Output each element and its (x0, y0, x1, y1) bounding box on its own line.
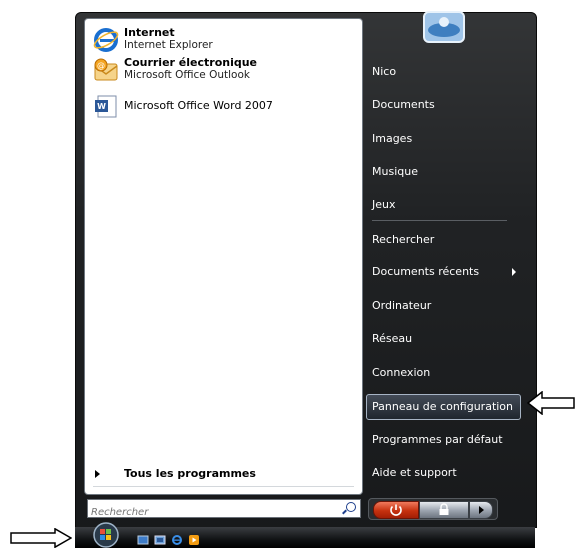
user-picture-icon[interactable] (418, 10, 470, 44)
right-item-recent-docs[interactable]: Documents récents (372, 265, 479, 278)
right-item-help[interactable]: Aide et support (372, 466, 457, 479)
outlook-icon: @ (94, 58, 118, 81)
power-button[interactable] (373, 501, 419, 519)
search-icon[interactable] (346, 502, 356, 512)
pointer-arrow-icon (527, 391, 575, 415)
internet-explorer-icon (93, 28, 119, 52)
search-box[interactable] (87, 499, 361, 520)
word-icon: W (95, 95, 117, 118)
pinned-item-internet[interactable]: Internet Internet Explorer (93, 27, 213, 53)
show-desktop-icon[interactable] (137, 534, 149, 546)
pinned-subtitle: Microsoft Office Outlook (124, 69, 250, 81)
pinned-item-email[interactable]: @ Courrier électronique Microsoft Office… (93, 57, 257, 83)
lock-button[interactable] (419, 501, 469, 519)
search-input[interactable] (88, 505, 331, 520)
svg-text:W: W (97, 102, 106, 111)
divider (372, 220, 507, 221)
shutdown-options-button[interactable] (469, 501, 493, 519)
all-programs-label: Tous les programmes (124, 467, 256, 480)
divider (93, 486, 354, 487)
arrow-right-icon (95, 469, 100, 478)
arrow-right-icon (479, 506, 484, 514)
right-item-user[interactable]: Nico (372, 65, 396, 78)
right-item-music[interactable]: Musique (372, 165, 418, 178)
right-item-computer[interactable]: Ordinateur (372, 299, 431, 312)
right-item-network[interactable]: Réseau (372, 332, 412, 345)
right-item-connect[interactable]: Connexion (372, 366, 430, 379)
right-item-documents[interactable]: Documents (372, 98, 435, 111)
right-item-games[interactable]: Jeux (372, 198, 396, 211)
internet-explorer-icon[interactable] (171, 534, 183, 546)
start-orb-icon[interactable] (87, 521, 125, 548)
recent-item-label: Microsoft Office Word 2007 (124, 99, 273, 112)
right-item-images[interactable]: Images (372, 132, 412, 145)
right-item-search[interactable]: Rechercher (372, 233, 434, 246)
right-item-default-programs[interactable]: Programmes par défaut (372, 433, 503, 446)
pointer-arrow-icon (10, 528, 72, 548)
right-item-control-panel[interactable]: Panneau de configuration (372, 400, 513, 413)
pinned-subtitle: Internet Explorer (124, 39, 213, 51)
pinned-title: Courrier électronique (124, 56, 258, 69)
switch-windows-icon[interactable] (154, 534, 166, 546)
pinned-title: Internet (124, 26, 175, 39)
submenu-arrow-icon (512, 268, 516, 276)
svg-text:@: @ (97, 61, 105, 70)
recent-item-word[interactable]: W Microsoft Office Word 2007 (93, 93, 273, 119)
media-player-icon[interactable] (188, 534, 200, 546)
power-icon (390, 504, 402, 516)
lock-icon (439, 503, 449, 515)
power-button-group (368, 498, 498, 520)
all-programs-button[interactable]: Tous les programmes (95, 467, 256, 480)
programs-pane: Internet Internet Explorer @ Courrier él… (84, 18, 363, 495)
